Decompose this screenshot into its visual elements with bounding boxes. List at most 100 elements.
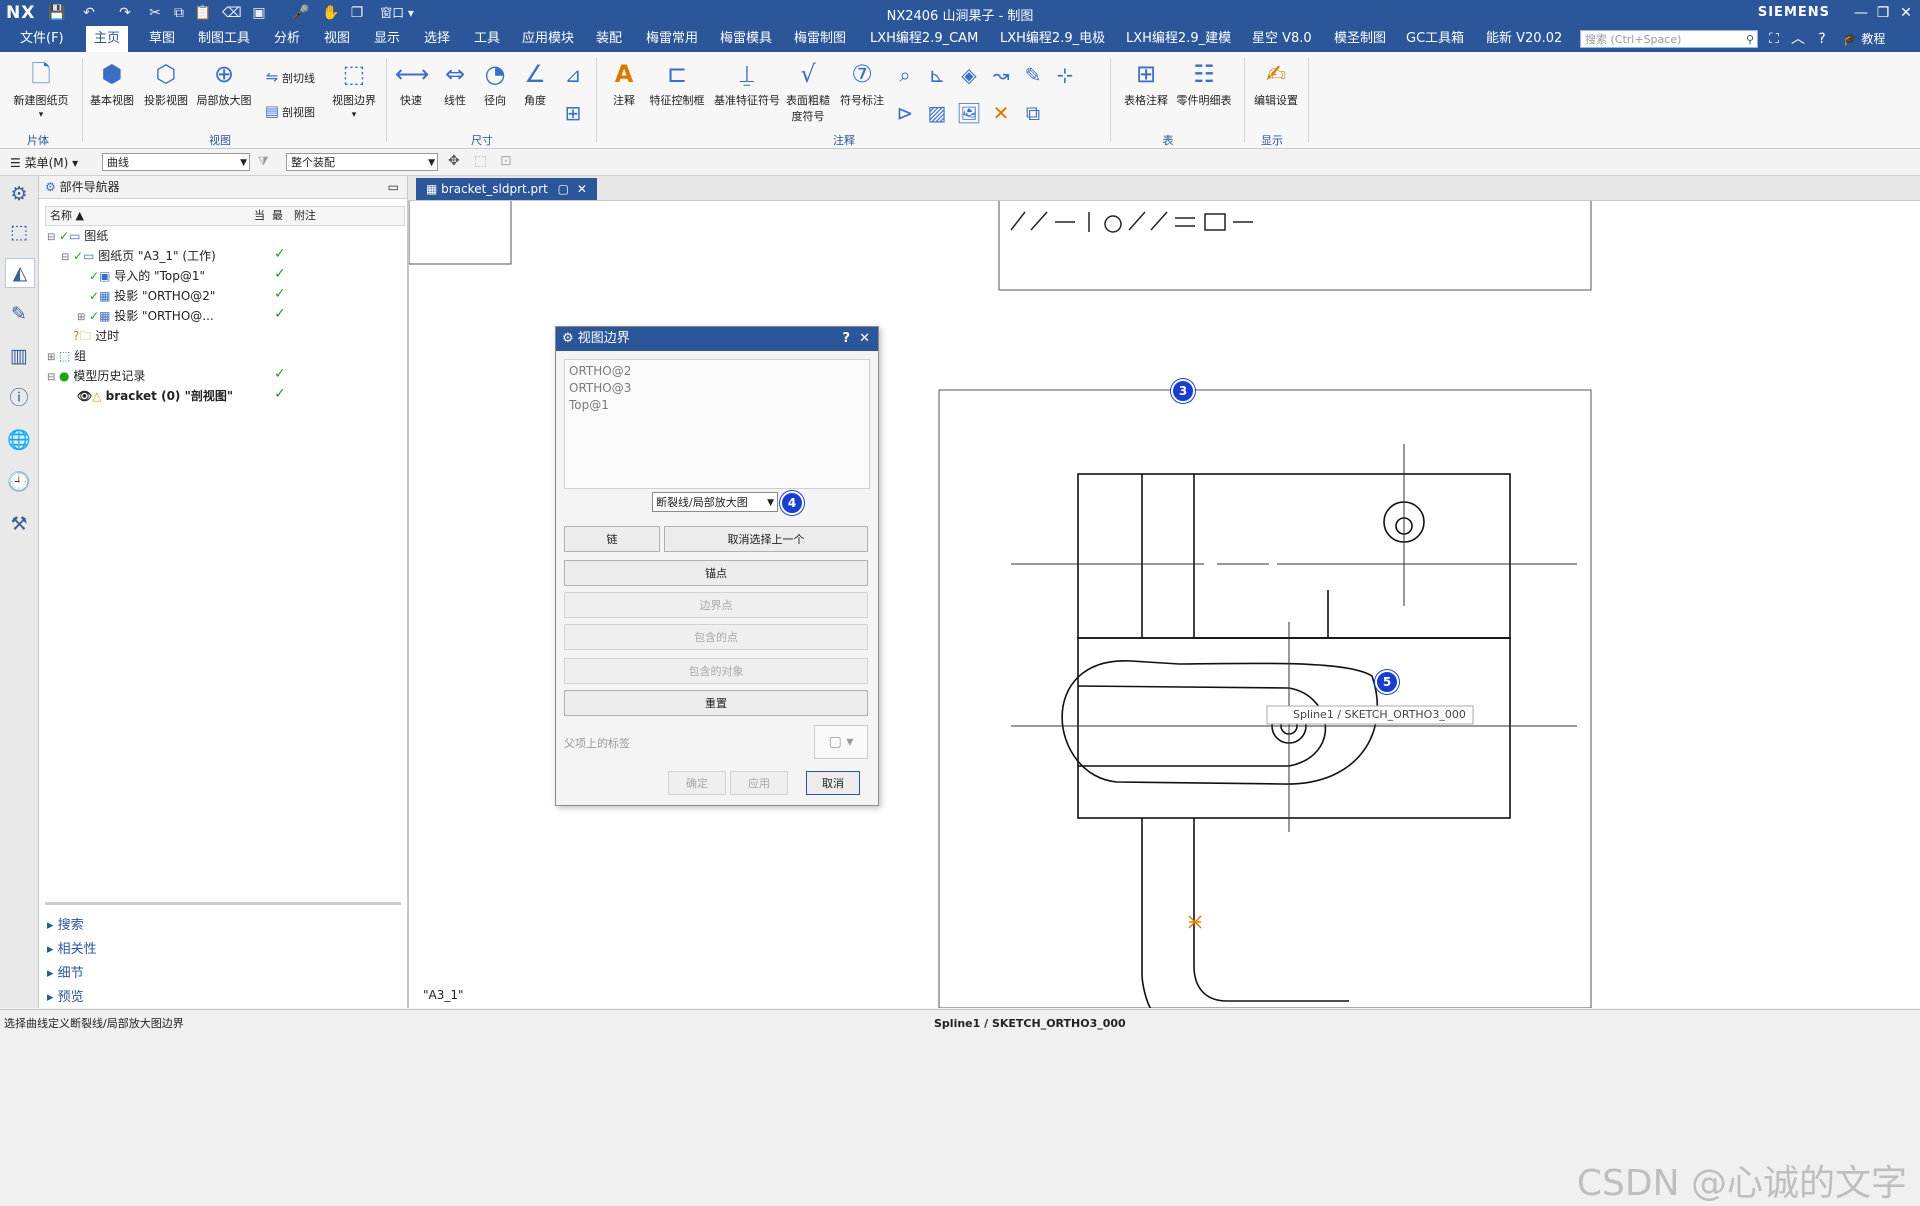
- menu-lxh-cam[interactable]: LXH编程2.9_CAM: [862, 26, 986, 52]
- anchor-point-button[interactable]: 锚点: [564, 560, 868, 586]
- menu-assembly[interactable]: 装配: [588, 26, 630, 52]
- select-icon[interactable]: ⬚: [474, 153, 487, 169]
- contained-point-button[interactable]: 包含的点: [564, 624, 868, 650]
- linear-dimension-button[interactable]: ⇔ 线性: [434, 58, 476, 108]
- region-icon[interactable]: ⧉: [1020, 100, 1046, 126]
- microphone-icon[interactable]: 🎤: [292, 4, 310, 22]
- menu-file[interactable]: 文件(F): [12, 26, 72, 52]
- centerline-icon[interactable]: ⊾: [924, 62, 950, 88]
- chain-button[interactable]: 链: [564, 526, 660, 552]
- dialog-title-bar[interactable]: ⚙ 视图边界 ? ✕: [556, 327, 878, 351]
- menu-button[interactable]: ☰ 菜单(M) ▾: [10, 154, 78, 171]
- col-latest[interactable]: 最: [272, 207, 283, 225]
- menu-display[interactable]: 显示: [366, 26, 408, 52]
- tree-row-model-history[interactable]: ⊟ ● 模型历史记录: [47, 366, 145, 386]
- settings-icon[interactable]: ⚙: [5, 180, 33, 208]
- projected-view-button[interactable]: ⬡ 投影视图: [140, 58, 192, 108]
- rapid-dimension-button[interactable]: ⟷ 快速: [390, 58, 432, 108]
- snap-icon[interactable]: ✥: [448, 153, 460, 169]
- copy-icon[interactable]: ⧉: [170, 4, 188, 22]
- contained-object-button[interactable]: 包含的对象: [564, 658, 868, 684]
- list-item[interactable]: ORTHO@3: [569, 381, 631, 395]
- section-view-button[interactable]: ▤ 剖视图: [262, 102, 315, 120]
- part-navigator-icon[interactable]: ◭: [5, 258, 35, 288]
- menu-xingkong[interactable]: 星空 V8.0: [1244, 26, 1320, 52]
- point-icon[interactable]: ⊡: [500, 153, 512, 169]
- menu-select[interactable]: 选择: [416, 26, 458, 52]
- boundary-type-select[interactable]: 断裂线/局部放大图 ▼: [652, 492, 778, 512]
- apply-button[interactable]: 应用: [730, 771, 788, 795]
- web-browser-icon[interactable]: 🌐: [5, 426, 33, 454]
- undo-icon[interactable]: ↶: [80, 4, 98, 22]
- assembly-navigator-icon[interactable]: ⬚: [5, 218, 33, 246]
- menu-analysis[interactable]: 分析: [266, 26, 308, 52]
- section-preview[interactable]: ▸ 预览: [47, 986, 84, 1005]
- edit-icon[interactable]: ✎: [1020, 62, 1046, 88]
- filter-icon[interactable]: ⧩: [258, 154, 269, 169]
- ok-button[interactable]: 确定: [668, 771, 726, 795]
- scope-select[interactable]: 整个装配 ▼: [286, 153, 438, 171]
- close-icon[interactable]: ✕: [1893, 3, 1919, 23]
- radial-dimension-button[interactable]: ◔ 径向: [474, 58, 516, 108]
- hatch-icon[interactable]: ▨: [924, 100, 950, 126]
- deselect-previous-button[interactable]: 取消选择上一个: [664, 526, 868, 552]
- tree-row-outdated[interactable]: ?🗀 过时: [73, 326, 119, 346]
- section-dependencies[interactable]: ▸ 相关性: [47, 938, 97, 957]
- window-menu[interactable]: 窗口 ▾: [372, 4, 422, 22]
- col-name[interactable]: 名称 ▲: [50, 207, 84, 225]
- type-filter-select[interactable]: 曲线 ▼: [102, 153, 250, 171]
- new-sheet-button[interactable]: 🗋 新建图纸页 ▾: [8, 58, 74, 120]
- menu-meilei-common[interactable]: 梅雷常用: [638, 26, 706, 52]
- menu-gc-toolbox[interactable]: GC工具箱: [1398, 26, 1472, 52]
- leader-icon[interactable]: ↝: [988, 62, 1014, 88]
- redo-icon[interactable]: ↷: [116, 4, 134, 22]
- tree-row-top-view[interactable]: ✓▣ 导入的 "Top@1": [89, 266, 205, 286]
- menu-meilei-mold[interactable]: 梅雷模具: [712, 26, 780, 52]
- angular-dimension-button[interactable]: ∠ 角度: [514, 58, 556, 108]
- id-symbol-button[interactable]: ⑦ 符号标注: [836, 58, 888, 108]
- cut-icon[interactable]: ✂: [146, 4, 164, 22]
- menu-lxh-modeling[interactable]: LXH编程2.9_建模: [1118, 26, 1239, 52]
- menu-home[interactable]: 主页: [86, 26, 129, 52]
- menu-drafting-tools[interactable]: 制图工具: [190, 26, 258, 52]
- section-details[interactable]: ▸ 细节: [47, 962, 84, 981]
- weld-symbol-icon[interactable]: ⊳: [892, 100, 918, 126]
- touch-mode-icon[interactable]: ✋: [322, 4, 340, 22]
- dialog-close-icon[interactable]: ✕: [859, 327, 870, 351]
- cross-icon[interactable]: ✕: [988, 100, 1014, 126]
- col-note[interactable]: 附注: [294, 207, 316, 225]
- note-button[interactable]: A 注释: [602, 58, 646, 108]
- menu-view[interactable]: 视图: [316, 26, 358, 52]
- fill-icon[interactable]: ◈: [956, 62, 982, 88]
- view-list[interactable]: ORTHO@2 ORTHO@3 Top@1: [564, 359, 870, 489]
- reuse-library-icon[interactable]: ▥: [5, 342, 33, 370]
- chamfer-dimension-icon[interactable]: ⊿: [560, 62, 586, 88]
- maximize-panel-icon[interactable]: ▭: [388, 176, 399, 198]
- tree-row-groups[interactable]: ⊞ ⬚ 组: [47, 346, 86, 366]
- history-icon[interactable]: 🕘: [5, 468, 33, 496]
- menu-applications[interactable]: 应用模块: [514, 26, 582, 52]
- parts-list-button[interactable]: ☷ 零件明细表: [1174, 58, 1234, 108]
- paste-icon[interactable]: 📋: [194, 4, 212, 22]
- table-note-button[interactable]: ⊞ 表格注释: [1118, 58, 1174, 108]
- tree-row-bracket[interactable]: 👁△ bracket (0) "剖视图": [77, 386, 233, 406]
- datum-feature-button[interactable]: ⍊ 基准特征符号: [712, 58, 782, 108]
- col-current[interactable]: 当: [254, 207, 265, 225]
- ordinate-dimension-icon[interactable]: ⊞: [560, 100, 586, 126]
- tree-row-drawing[interactable]: ⊟ ✓▭ 图纸: [47, 226, 108, 246]
- cancel-button[interactable]: 取消: [806, 771, 860, 795]
- list-item[interactable]: ORTHO@2: [569, 364, 631, 378]
- tab-close-icon[interactable]: ✕: [577, 182, 587, 196]
- tutorial-button[interactable]: 🎓 教程: [1836, 29, 1892, 49]
- surface-finish-button[interactable]: √ 表面粗糙度符号: [786, 58, 830, 124]
- section-search[interactable]: ▸ 搜索: [47, 914, 84, 933]
- tree-row-ortho3[interactable]: ⊞ ✓▦ 投影 "ORTHO@...: [77, 306, 214, 326]
- dialog-gear-icon[interactable]: ⚙: [562, 331, 574, 346]
- menu-mosheng[interactable]: 模圣制图: [1326, 26, 1394, 52]
- parent-label-select[interactable]: ▢ ▾: [814, 725, 868, 759]
- reset-button[interactable]: 重置: [564, 690, 868, 716]
- menu-meilei-drafting[interactable]: 梅雷制图: [786, 26, 854, 52]
- info-icon[interactable]: ⓘ: [5, 384, 33, 412]
- tree-row-ortho2[interactable]: ✓▦ 投影 "ORTHO@2": [89, 286, 215, 306]
- dialog-help-icon[interactable]: ?: [842, 327, 850, 351]
